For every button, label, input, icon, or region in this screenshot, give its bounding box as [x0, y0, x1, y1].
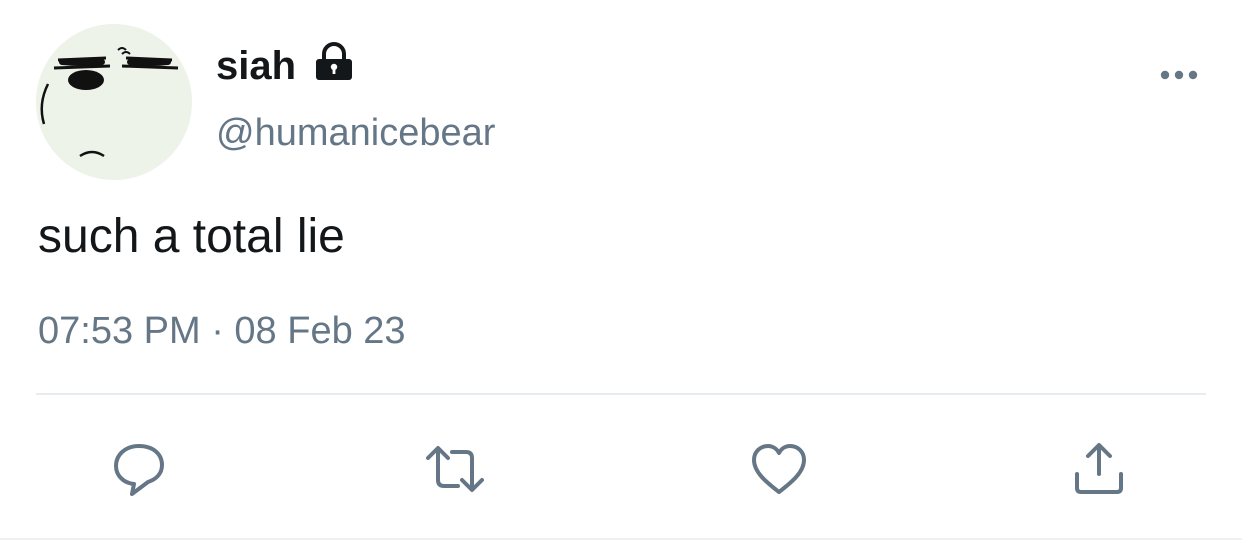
bottom-divider: [0, 538, 1242, 540]
more-horizontal-icon[interactable]: [1154, 58, 1204, 92]
tweet-timestamp[interactable]: 07:53 PM · 08 Feb 23: [38, 308, 406, 354]
like-button[interactable]: [748, 438, 810, 500]
divider: [36, 393, 1206, 395]
user-handle[interactable]: @humanicebear: [216, 110, 495, 156]
display-name[interactable]: siah: [216, 42, 296, 90]
reply-button[interactable]: [108, 438, 170, 500]
avatar[interactable]: [36, 24, 192, 180]
reply-bubble-icon: [114, 444, 164, 496]
retweet-icon: [426, 446, 484, 492]
heart-icon: [752, 444, 806, 494]
tweet-text: such a total lie: [38, 210, 345, 263]
tweet-card: siah @humanicebear such a total lie 07:5…: [0, 0, 1242, 558]
share-button[interactable]: [1068, 438, 1130, 500]
lock-icon: [314, 42, 354, 82]
retweet-button[interactable]: [424, 438, 486, 500]
avatar-bear-face-image: [36, 24, 192, 180]
share-upload-icon: [1075, 443, 1123, 494]
